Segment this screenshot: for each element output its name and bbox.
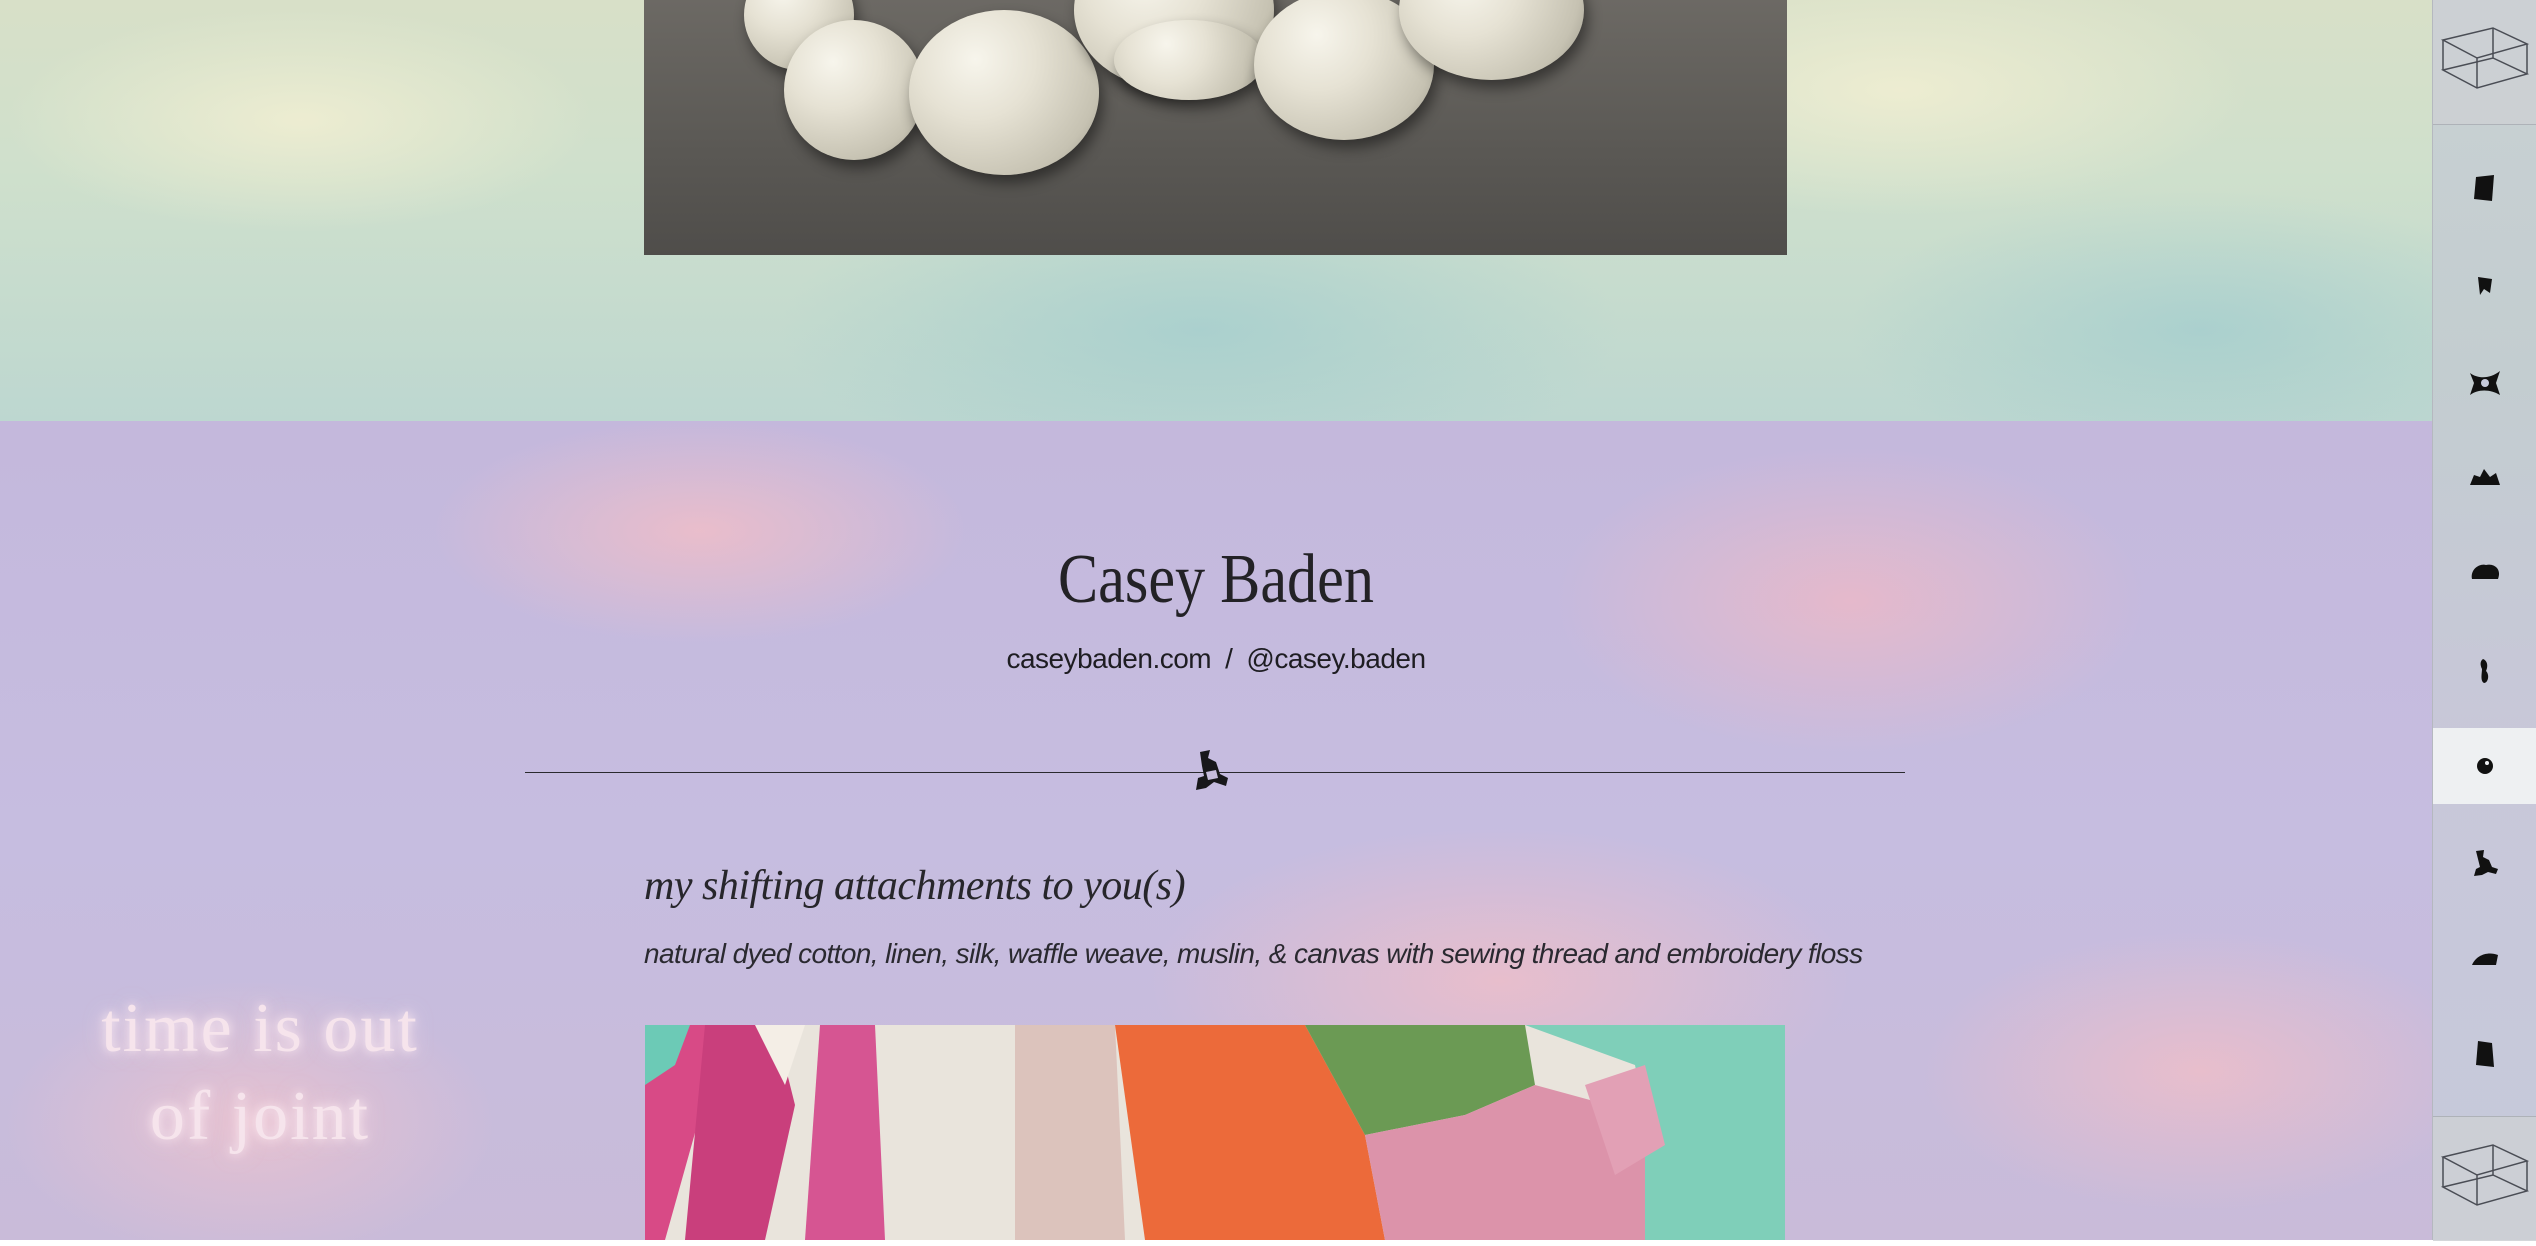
blob-shape-1-icon[interactable] xyxy=(2433,150,2536,226)
floating-text-line-2: of joint xyxy=(149,1078,371,1155)
link-separator: / xyxy=(1225,643,1233,674)
blob-shape-8-icon[interactable] xyxy=(2433,824,2536,900)
floating-text: time is out of joint xyxy=(80,985,440,1161)
blob-shape-4-icon[interactable] xyxy=(2433,440,2536,516)
work-title: my shifting attachments to you(s) xyxy=(644,863,1186,909)
floating-text-line-1: time is out xyxy=(101,990,419,1067)
blob-shape-5-icon[interactable] xyxy=(2433,534,2536,610)
artist-links: caseybaden.com / @casey.baden xyxy=(0,643,2432,675)
wireframe-box-icon[interactable] xyxy=(2433,1116,2536,1241)
blob-shape-2-icon[interactable] xyxy=(2433,248,2536,324)
artwork-photo-textile xyxy=(645,1025,1785,1240)
artwork-photo-beads xyxy=(644,0,1787,255)
blob-shape-10-icon[interactable] xyxy=(2433,1016,2536,1092)
artist-website-link[interactable]: caseybaden.com xyxy=(1006,643,1211,674)
artist-instagram-link[interactable]: @casey.baden xyxy=(1246,643,1426,674)
blob-shape-9-icon[interactable] xyxy=(2433,920,2536,996)
blob-shape-7-icon[interactable] xyxy=(2433,728,2536,804)
blob-shape-6-icon[interactable] xyxy=(2433,632,2536,708)
work-materials: natural dyed cotton, linen, silk, waffle… xyxy=(644,938,1863,969)
artist-name: Casey Baden xyxy=(1058,541,1374,618)
blob-shape-3-icon[interactable] xyxy=(2433,344,2536,420)
artwork-nav-sidebar xyxy=(2432,0,2536,1241)
wireframe-box-icon[interactable] xyxy=(2433,0,2536,125)
divider-glyph-icon xyxy=(1196,750,1228,790)
